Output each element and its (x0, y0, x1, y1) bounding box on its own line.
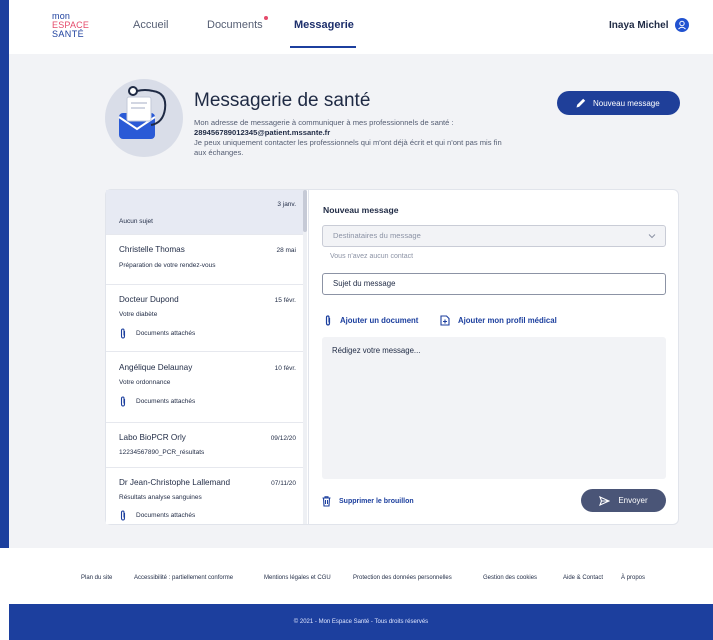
add-document-link[interactable]: Ajouter un document (324, 315, 418, 326)
description-line-2: Je peux uniquement contacter les profess… (194, 138, 502, 157)
add-medical-profile-link[interactable]: Ajouter mon profil médical (440, 315, 557, 326)
message-attachments: Documents attachés (119, 396, 195, 407)
footer-links: Plan du site Accessibilité : partielleme… (0, 575, 713, 589)
medical-profile-icon (440, 315, 450, 326)
logo[interactable]: mon ESPACE SANTÉ (52, 12, 104, 42)
attachments-label: Documents attachés (136, 330, 196, 337)
add-document-label: Ajouter un document (340, 316, 419, 325)
attachments-label: Documents attachés (136, 398, 196, 405)
user-name[interactable]: Inaya Michel (609, 20, 668, 31)
active-tab-underline (290, 46, 356, 48)
message-item[interactable]: Angélique Delaunay 10 févr. Votre ordonn… (106, 352, 304, 423)
pencil-icon (576, 98, 586, 108)
send-icon (599, 495, 611, 506)
header: mon ESPACE SANTÉ Accueil Documents Messa… (9, 0, 713, 54)
message-sender: Dr Jean-Christophe Lallemand (119, 478, 231, 487)
message-subject: Votre diabète (119, 311, 158, 318)
scrollbar-thumb[interactable] (303, 190, 307, 232)
message-sender: Christelle Thomas (119, 245, 185, 254)
new-message-button[interactable]: Nouveau message (557, 91, 680, 115)
message-item[interactable]: 3 janv. Aucun sujet (106, 190, 304, 235)
new-message-label: Nouveau message (593, 98, 660, 108)
user-avatar-icon[interactable] (675, 18, 689, 32)
message-sender: Docteur Dupond (119, 295, 179, 304)
page-title: Messagerie de santé (194, 90, 371, 111)
delete-draft-button[interactable]: Supprimer le brouillon (322, 496, 414, 507)
recipients-placeholder: Destinataires du message (333, 231, 421, 240)
nav-accueil[interactable]: Accueil (133, 19, 168, 31)
message-date: 09/12/20 (270, 435, 296, 442)
compose-title: Nouveau message (323, 205, 399, 215)
paperclip-icon (120, 510, 126, 521)
message-subject: Résultats analyse sanguines (119, 494, 202, 501)
message-item[interactable]: Labo BioPCR Orly 09/12/20 12234567890_PC… (106, 423, 304, 468)
message-attachments: Documents attachés (119, 328, 195, 339)
no-contact-hint: Vous n'avez aucun contact (330, 253, 414, 260)
message-sender: Angélique Delaunay (119, 363, 193, 372)
paperclip-icon (120, 328, 126, 339)
send-label: Envoyer (618, 496, 648, 505)
delete-draft-label: Supprimer le brouillon (339, 498, 414, 505)
footer-bar: © 2021 - Mon Espace Santé - Tous droits … (9, 604, 713, 640)
mssante-address: 289456789012345@patient.mssante.fr (194, 128, 331, 137)
message-date: 3 janv. (277, 201, 296, 208)
panel-divider (308, 190, 309, 524)
message-item[interactable]: Christelle Thomas 28 mai Préparation de … (106, 235, 304, 285)
message-subject: 12234567890_PCR_résultats (119, 449, 205, 456)
message-item[interactable]: Dr Jean-Christophe Lallemand 07/11/20 Ré… (106, 468, 304, 524)
nav-documents[interactable]: Documents (207, 19, 263, 31)
logo-line-3: SANTÉ (52, 29, 85, 39)
footer-link-data-protection[interactable]: Protection des données personnelles (353, 575, 452, 581)
subject-input[interactable]: Sujet du message (322, 273, 666, 295)
send-button[interactable]: Envoyer (581, 489, 666, 512)
message-attachments: Documents attachés (119, 510, 195, 521)
message-item[interactable]: Docteur Dupond 15 févr. Votre diabète Do… (106, 285, 304, 352)
footer-link-sitemap[interactable]: Plan du site (81, 575, 112, 581)
trash-icon (322, 496, 331, 507)
message-list-scrollbar[interactable] (303, 190, 307, 524)
message-subject: Aucun sujet (119, 218, 153, 225)
message-list: 3 janv. Aucun sujet Christelle Thomas 28… (106, 190, 308, 524)
left-brand-strip (0, 0, 9, 548)
description-line-1: Mon adresse de messagerie à communiquer … (194, 118, 454, 127)
page-description: Mon adresse de messagerie à communiquer … (194, 118, 514, 158)
message-subject: Préparation de votre rendez-vous (119, 262, 216, 269)
footer-link-legal[interactable]: Mentions légales et CGU (264, 575, 331, 581)
paperclip-icon (120, 396, 126, 407)
messaging-illustration (105, 79, 183, 157)
attachments-label: Documents attachés (136, 512, 196, 519)
message-body-textarea[interactable]: Rédigez votre message... (322, 337, 666, 479)
footer-link-accessibility[interactable]: Accessibilité : partiellement conforme (134, 575, 233, 581)
message-date: 15 févr. (274, 297, 296, 304)
message-sender: Labo BioPCR Orly (119, 433, 186, 442)
nav-messagerie[interactable]: Messagerie (294, 19, 354, 31)
copyright: © 2021 - Mon Espace Santé - Tous droits … (293, 619, 429, 625)
add-medical-profile-label: Ajouter mon profil médical (458, 316, 557, 325)
paperclip-icon (325, 315, 331, 326)
footer-link-cookies[interactable]: Gestion des cookies (483, 575, 537, 581)
message-date: 10 févr. (274, 365, 296, 372)
envelope-stethoscope-icon (118, 86, 167, 139)
message-date: 28 mai (276, 247, 296, 254)
message-subject: Votre ordonnance (119, 379, 171, 386)
chevron-down-icon (648, 234, 656, 239)
footer-link-help[interactable]: Aide & Contact (563, 575, 603, 581)
message-date: 07/11/20 (271, 480, 296, 487)
footer-link-about[interactable]: À propos (621, 575, 645, 581)
recipients-select[interactable]: Destinataires du message (322, 225, 666, 247)
documents-notification-dot (264, 16, 268, 20)
